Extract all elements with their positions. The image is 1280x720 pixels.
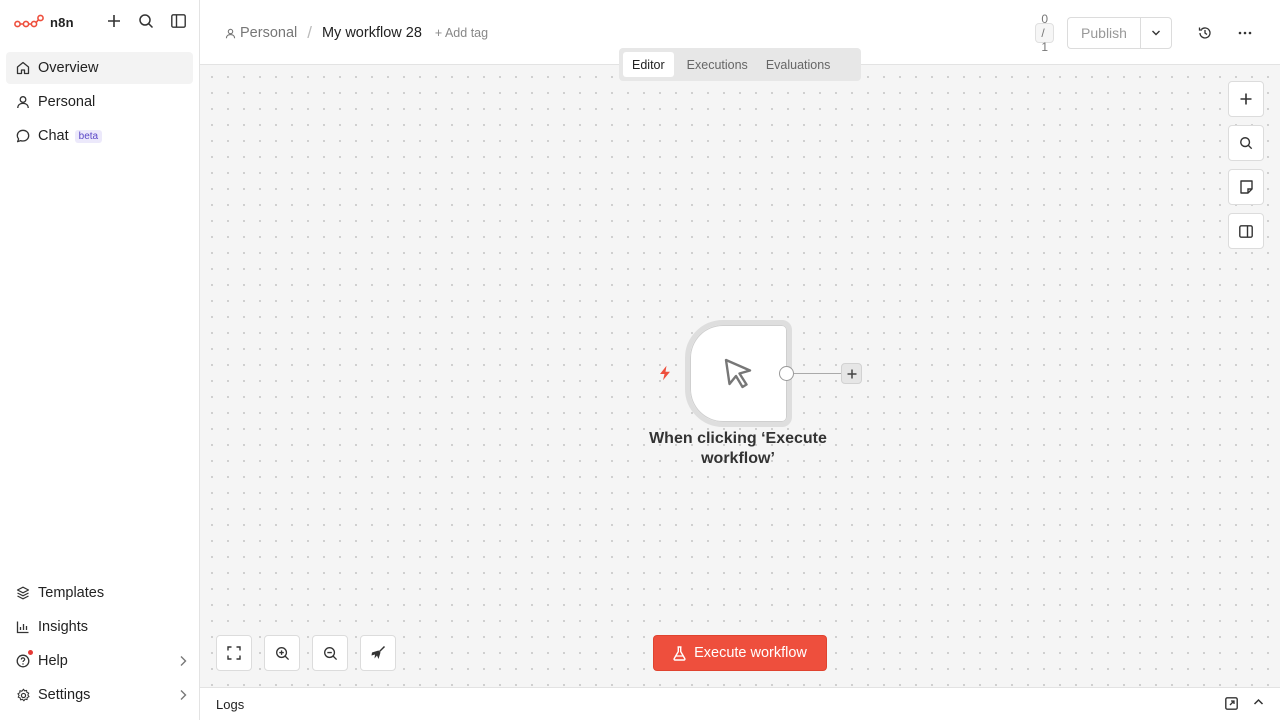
search-icon xyxy=(139,14,154,29)
breadcrumb: Personal / My workflow 28 + Add tag xyxy=(225,23,488,43)
sidebar-item-label: Chat xyxy=(38,128,69,144)
zoom-out-button[interactable] xyxy=(312,635,348,671)
gear-icon xyxy=(15,687,31,703)
publish-button[interactable]: Publish xyxy=(1067,17,1140,49)
breadcrumb-separator: / xyxy=(307,23,312,42)
add-sticky-note-button[interactable] xyxy=(1228,169,1264,205)
plus-icon xyxy=(1240,93,1252,105)
chat-icon xyxy=(15,128,31,144)
lightning-icon xyxy=(658,365,672,381)
zoom-out-icon xyxy=(323,646,337,660)
search-button[interactable] xyxy=(137,12,155,30)
logs-expand-button[interactable] xyxy=(1253,698,1264,706)
workflow-name[interactable]: My workflow 28 xyxy=(322,25,422,41)
logs-title: Logs xyxy=(216,697,245,712)
tab-evaluations[interactable]: Evaluations xyxy=(757,52,840,77)
sidebar-item-insights[interactable]: Insights xyxy=(6,611,193,643)
fit-view-button[interactable] xyxy=(216,635,252,671)
sidebar-nav-top: Overview Personal Chat beta xyxy=(6,52,193,154)
sidebar-item-label: Overview xyxy=(38,60,99,76)
sidebar: n8n Overview Personal Chat beta Template… xyxy=(0,0,200,720)
zoom-in-icon xyxy=(275,646,289,660)
chevron-right-icon xyxy=(180,690,187,700)
sidebar-item-label: Templates xyxy=(38,585,105,601)
sidebar-item-settings[interactable]: Settings xyxy=(6,679,193,711)
create-button[interactable] xyxy=(105,12,123,30)
user-icon xyxy=(15,94,31,110)
user-icon xyxy=(225,28,236,38)
broom-icon xyxy=(371,645,386,659)
templates-icon xyxy=(15,585,31,601)
view-tabs: Editor Executions Evaluations xyxy=(619,48,861,81)
zoom-in-button[interactable] xyxy=(264,635,300,671)
sidebar-item-help[interactable]: Help xyxy=(6,645,193,677)
sidebar-item-overview[interactable]: Overview xyxy=(6,52,193,84)
fullscreen-icon xyxy=(227,646,241,660)
chevron-up-icon xyxy=(1253,698,1264,705)
panel-right-icon xyxy=(1239,224,1253,238)
sidebar-nav-bottom: Templates Insights Help Settings xyxy=(6,577,193,713)
toggle-panel-button[interactable] xyxy=(1228,213,1264,249)
node-output-handle[interactable] xyxy=(779,366,794,381)
sidebar-item-personal[interactable]: Personal xyxy=(6,86,193,118)
sidebar-item-templates[interactable]: Templates xyxy=(6,577,193,609)
sidebar-item-label: Help xyxy=(38,653,68,669)
tidy-up-button[interactable] xyxy=(360,635,396,671)
help-icon xyxy=(15,650,33,669)
n8n-logo-icon xyxy=(14,14,44,28)
node-label: When clicking ‘Execute workflow’ xyxy=(649,430,827,467)
sidebar-item-label: Personal xyxy=(38,94,96,110)
more-horizontal-icon xyxy=(1238,31,1252,35)
flask-icon xyxy=(673,645,686,661)
plus-icon xyxy=(108,15,120,27)
chevron-down-icon xyxy=(1152,30,1160,36)
tab-editor[interactable]: Editor xyxy=(623,52,674,77)
plus-icon xyxy=(847,369,856,378)
brand-logo[interactable]: n8n xyxy=(14,12,74,32)
sidebar-item-chat[interactable]: Chat beta xyxy=(6,120,193,152)
notification-dot xyxy=(28,650,33,655)
beta-badge: beta xyxy=(74,129,103,143)
popout-icon xyxy=(1225,697,1238,710)
chevron-right-icon xyxy=(180,656,187,666)
publish-options-button[interactable] xyxy=(1140,17,1172,49)
history-icon xyxy=(1198,27,1211,39)
add-tag-button[interactable]: + Add tag xyxy=(435,26,488,40)
logs-popout-button[interactable] xyxy=(1225,697,1238,710)
add-node-button[interactable] xyxy=(841,363,862,384)
logs-panel[interactable]: Logs xyxy=(200,687,1280,720)
search-icon xyxy=(1240,137,1253,150)
home-icon xyxy=(15,60,31,76)
cursor-pointer-icon xyxy=(724,358,751,388)
execute-workflow-button[interactable]: Execute workflow xyxy=(653,635,827,671)
sticky-note-icon xyxy=(1239,180,1253,194)
more-options-button[interactable] xyxy=(1236,24,1254,42)
node-output-connector xyxy=(794,373,841,374)
project-name: Personal xyxy=(240,25,298,41)
active-workflows-counter: 0 / 1 xyxy=(1035,12,1054,54)
sidebar-item-label: Insights xyxy=(38,619,88,635)
toggle-sidebar-button[interactable] xyxy=(169,12,187,30)
tab-executions[interactable]: Executions xyxy=(678,52,757,77)
chart-icon xyxy=(15,619,31,635)
workflow-history-button[interactable] xyxy=(1196,24,1214,42)
execute-workflow-label: Execute workflow xyxy=(694,645,807,661)
search-nodes-button[interactable] xyxy=(1228,125,1264,161)
brand-name: n8n xyxy=(50,14,74,30)
add-node-panel-button[interactable] xyxy=(1228,81,1264,117)
sidebar-item-label: Settings xyxy=(38,687,91,703)
manual-trigger-node[interactable] xyxy=(685,320,792,427)
breadcrumb-project[interactable]: Personal xyxy=(225,25,297,41)
sidebar-toggle-icon xyxy=(170,14,186,28)
